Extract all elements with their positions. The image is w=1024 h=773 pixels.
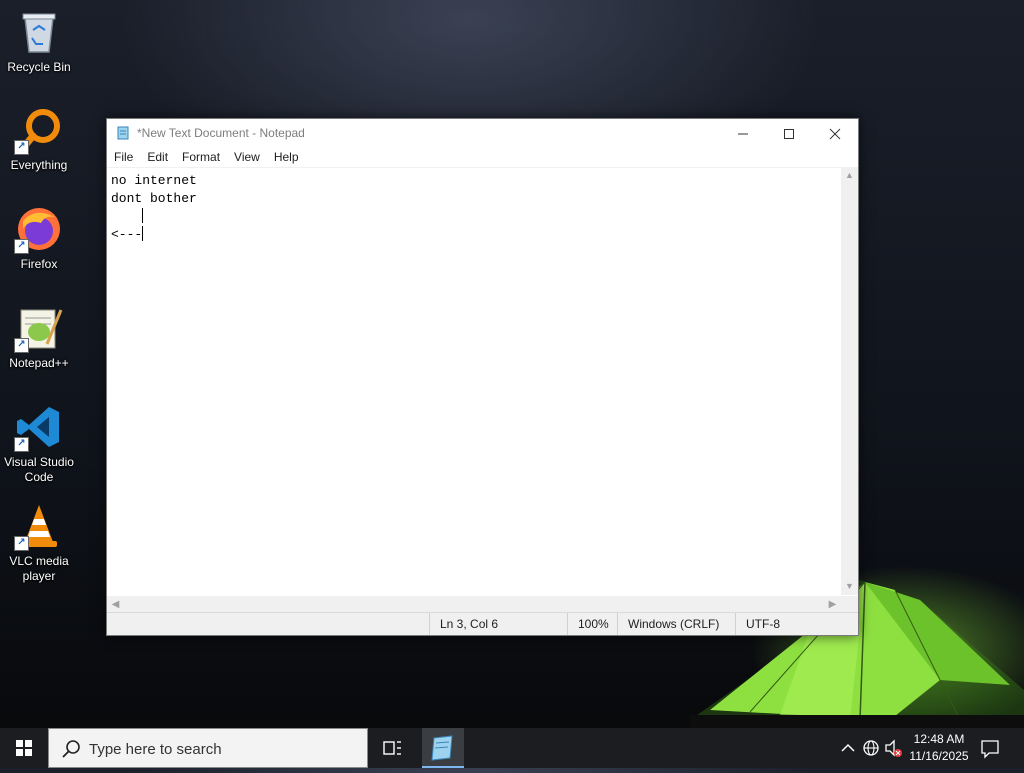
menu-bar: File Edit Format View Help (107, 147, 858, 167)
cursor-bar (142, 226, 144, 241)
network-button[interactable] (860, 728, 882, 768)
volume-button[interactable] (882, 728, 904, 768)
show-hidden-icons-button[interactable] (836, 728, 860, 768)
desktop-icon-firefox[interactable]: ↗ Firefox (0, 205, 78, 272)
clock-date: 11/16/2025 (909, 749, 969, 763)
notepad-window[interactable]: *New Text Document - Notepad File Edit For… (106, 118, 859, 636)
desktop-icon-label: Visual Studio Code (4, 455, 74, 484)
horizontal-scrollbar[interactable]: ◀ ▶ (107, 596, 841, 613)
windows-logo-icon (16, 740, 32, 756)
shortcut-arrow-icon: ↗ (14, 338, 29, 353)
maximize-icon (784, 129, 794, 140)
desktop-icon-label: Recycle Bin (7, 60, 71, 74)
editor-line: dont bother (111, 191, 197, 206)
maximize-button[interactable] (766, 119, 812, 147)
desktop-icon-label: Notepad++ (9, 356, 69, 370)
scrollbar-corner (841, 596, 858, 613)
shortcut-arrow-icon: ↗ (14, 140, 29, 155)
editor-line-arrow: <--- (111, 226, 841, 244)
scroll-right-icon[interactable]: ▶ (824, 596, 841, 613)
chevron-up-icon (841, 743, 855, 752)
recycle-bin-icon (15, 8, 63, 56)
speaker-muted-icon (885, 739, 902, 757)
menu-format[interactable]: Format (175, 147, 227, 164)
scroll-left-icon[interactable]: ◀ (107, 596, 124, 613)
editor-line: <--- (111, 227, 143, 242)
close-button[interactable] (812, 119, 858, 147)
notifications-button[interactable] (978, 736, 1002, 760)
shortcut-arrow-icon: ↗ (14, 437, 29, 452)
scroll-down-icon[interactable]: ▼ (841, 578, 858, 595)
close-icon (829, 128, 841, 140)
vscode-icon: ↗ (14, 403, 63, 452)
editor-line: no internet (111, 173, 197, 188)
title-bar[interactable]: *New Text Document - Notepad (107, 119, 858, 147)
scroll-up-icon[interactable]: ▲ (841, 167, 858, 184)
shortcut-arrow-icon: ↗ (14, 239, 29, 254)
taskbar: Type here to search 12:48 AM 11/16/2025 (0, 728, 1024, 768)
desktop-icon-recycle-bin[interactable]: Recycle Bin (0, 8, 78, 75)
clock-time: 12:48 AM (913, 732, 965, 746)
vlc-cone-icon: ↗ (14, 502, 63, 551)
menu-file[interactable]: File (107, 147, 140, 164)
task-view-icon (383, 741, 401, 755)
vertical-scrollbar[interactable]: ▲ ▼ (841, 167, 858, 595)
minimize-button[interactable] (720, 119, 766, 147)
window-title: *New Text Document - Notepad (137, 126, 305, 140)
text-caret (142, 208, 144, 223)
taskbar-notepad-button[interactable] (422, 728, 464, 768)
status-bar: Ln 3, Col 6 100% Windows (CRLF) UTF-8 (107, 612, 858, 635)
notification-icon (981, 740, 999, 759)
menu-help[interactable]: Help (267, 147, 306, 164)
notepad-app-icon (117, 126, 129, 140)
text-editor[interactable]: no internet dont bother <--- (107, 167, 841, 595)
minimize-icon (738, 133, 748, 135)
menu-edit[interactable]: Edit (140, 147, 175, 164)
start-button[interactable] (0, 728, 48, 768)
notepad-plus-plus-icon: ↗ (14, 304, 63, 353)
status-line-ending: Windows (CRLF) (617, 613, 728, 635)
menu-view[interactable]: View (227, 147, 267, 164)
desktop-icon-everything[interactable]: ↗ Everything (0, 106, 78, 173)
desktop-icon-label: Everything (10, 158, 68, 172)
taskbar-clock[interactable]: 12:48 AM 11/16/2025 (904, 731, 974, 765)
everything-search-icon: ↗ (14, 106, 63, 155)
status-zoom: 100% (567, 613, 618, 635)
desktop-icon-vscode[interactable]: ↗ Visual Studio Code (0, 403, 78, 485)
search-placeholder: Type here to search (89, 741, 222, 758)
desktop-icon-vlc[interactable]: ↗ VLC media player (0, 502, 78, 584)
status-position: Ln 3, Col 6 (429, 613, 568, 635)
desktop-icon-notepad-plus-plus[interactable]: ↗ Notepad++ (0, 304, 78, 371)
task-view-button[interactable] (372, 728, 412, 768)
shortcut-arrow-icon: ↗ (14, 536, 29, 551)
desktop-icon-label: Firefox (20, 257, 58, 271)
status-encoding: UTF-8 (735, 613, 846, 635)
search-icon (62, 740, 80, 758)
taskbar-search-box[interactable]: Type here to search (48, 728, 368, 768)
globe-icon (863, 740, 879, 756)
editor-line-caret (111, 208, 841, 226)
desktop-icon-label: VLC media player (9, 554, 69, 583)
notepad-taskbar-icon (431, 735, 453, 761)
firefox-icon: ↗ (14, 205, 63, 254)
